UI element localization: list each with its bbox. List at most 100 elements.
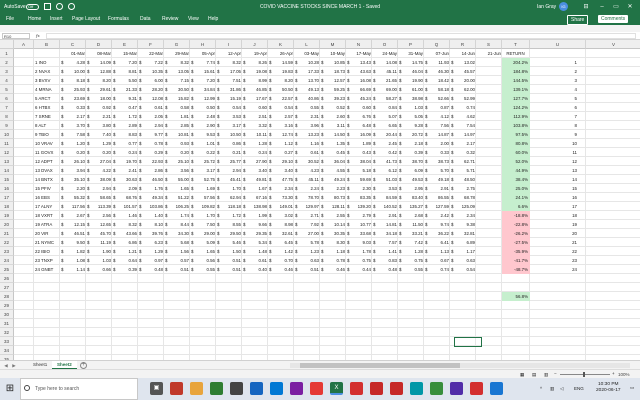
add-sheet-icon[interactable]: + — [80, 362, 87, 369]
row-header[interactable]: 5 — [0, 85, 14, 94]
column-header-k[interactable]: K — [268, 40, 294, 49]
network-icon[interactable]: ▥ — [550, 386, 554, 392]
tab-next-icon[interactable]: ▶ — [11, 362, 17, 369]
task-view-icon[interactable]: ▣ — [150, 382, 163, 395]
row-header[interactable]: 11 — [0, 139, 14, 148]
menu-data[interactable]: Data — [140, 16, 151, 22]
menu-file[interactable]: File — [6, 16, 14, 22]
worksheet-grid[interactable]: A B C D E F G H I J K L M N O P Q R S T U V 1 2 3 4 5 6 7 8 9 10 11 12 13 1… — [0, 40, 640, 360]
minimize-button[interactable]: – — [596, 2, 608, 12]
notifications-icon[interactable]: ▭ — [630, 385, 634, 391]
row-header[interactable]: 33 — [0, 337, 14, 346]
row-header[interactable]: 29 — [0, 301, 14, 310]
app-icon-6[interactable] — [410, 382, 423, 395]
name-box[interactable]: R10 — [2, 33, 30, 39]
zoom-slider-thumb[interactable] — [583, 372, 585, 377]
app-icon-2[interactable] — [210, 382, 223, 395]
active-cell-selection[interactable] — [454, 337, 482, 347]
taskbar-clock[interactable]: 10:30 PM 2020-06-17 — [596, 382, 621, 394]
excel-taskbar-icon[interactable]: X — [330, 382, 343, 395]
row-header[interactable]: 31 — [0, 319, 14, 328]
app-icon-9[interactable] — [470, 382, 483, 395]
row-header[interactable]: 20 — [0, 220, 14, 229]
taskbar-search-input[interactable]: Type here to search — [20, 378, 138, 400]
tab-prev-icon[interactable]: ◀ — [3, 362, 9, 369]
column-header-p[interactable]: P — [398, 40, 424, 49]
close-button[interactable]: ✕ — [624, 2, 636, 12]
zoom-level[interactable]: 100% — [618, 372, 630, 377]
column-header-i[interactable]: I — [216, 40, 242, 49]
column-header-l[interactable]: L — [294, 40, 320, 49]
row-header[interactable]: 19 — [0, 211, 14, 220]
edge-icon[interactable] — [250, 382, 263, 395]
zoom-in-icon[interactable]: + — [612, 371, 615, 376]
app-icon-7[interactable] — [430, 382, 443, 395]
column-header-h[interactable]: H — [190, 40, 216, 49]
app-icon-8[interactable] — [450, 382, 463, 395]
column-header-g[interactable]: G — [164, 40, 190, 49]
zoom-slider[interactable] — [560, 374, 610, 375]
row-header[interactable]: 30 — [0, 310, 14, 319]
chrome-icon[interactable] — [310, 382, 323, 395]
menu-page-layout[interactable]: Page Layout — [72, 16, 100, 22]
menu-help[interactable]: Help — [208, 16, 218, 22]
row-header[interactable]: 10 — [0, 130, 14, 139]
column-header-c[interactable]: C — [60, 40, 86, 49]
fx-icon[interactable]: fx — [36, 33, 40, 38]
mail-icon[interactable] — [270, 382, 283, 395]
column-header-n[interactable]: N — [346, 40, 372, 49]
file-explorer-icon[interactable] — [190, 382, 203, 395]
zoom-out-icon[interactable]: − — [554, 371, 557, 376]
row-header[interactable]: 26 — [0, 274, 14, 283]
app-icon-4[interactable] — [370, 382, 383, 395]
column-header-e[interactable]: E — [112, 40, 138, 49]
row-header[interactable]: 13 — [0, 157, 14, 166]
user-name[interactable]: Ian Gray — [537, 4, 556, 10]
menu-review[interactable]: Review — [162, 16, 178, 22]
tray-chevron-icon[interactable]: ^ — [540, 386, 542, 391]
row-header[interactable]: 24 — [0, 256, 14, 265]
app-icon-3[interactable] — [290, 382, 303, 395]
column-header-j[interactable]: J — [242, 40, 268, 49]
store-icon[interactable] — [230, 382, 243, 395]
row-header[interactable]: 9 — [0, 121, 14, 130]
row-header[interactable]: 28 — [0, 292, 14, 301]
app-icon-10[interactable] — [490, 382, 503, 395]
volume-icon[interactable]: ◁ — [560, 386, 563, 392]
row-header[interactable]: 21 — [0, 229, 14, 238]
scrollbar-thumb[interactable] — [300, 363, 460, 368]
app-icon-1[interactable] — [170, 382, 183, 395]
column-header-t[interactable]: T — [502, 40, 530, 49]
app-icon-5[interactable] — [390, 382, 403, 395]
row-header[interactable]: 6 — [0, 94, 14, 103]
windows-start-icon[interactable]: ⊞ — [0, 378, 20, 400]
acrobat-icon[interactable] — [350, 382, 363, 395]
row-header[interactable]: 2 — [0, 58, 14, 67]
ribbon-display-icon[interactable]: ⊟ — [580, 2, 592, 12]
horizontal-scrollbar[interactable] — [290, 363, 630, 368]
comments-button[interactable]: Comments — [598, 15, 629, 23]
column-header-u[interactable]: U — [530, 40, 586, 49]
row-header[interactable]: 17 — [0, 193, 14, 202]
row-header[interactable]: 7 — [0, 103, 14, 112]
menu-home[interactable]: Home — [28, 16, 41, 22]
row-header[interactable]: 34 — [0, 346, 14, 355]
column-header-s[interactable]: S — [476, 40, 502, 49]
row-header[interactable]: 1 — [0, 49, 14, 58]
row-header[interactable]: 12 — [0, 148, 14, 157]
menu-view[interactable]: View — [188, 16, 199, 22]
column-header-b[interactable]: B — [34, 40, 60, 49]
row-header[interactable]: 16 — [0, 184, 14, 193]
language-indicator[interactable]: ENG — [574, 386, 584, 391]
avatar[interactable]: IG — [559, 2, 568, 11]
row-header[interactable]: 4 — [0, 76, 14, 85]
column-header-a[interactable]: A — [14, 40, 34, 49]
column-header-o[interactable]: O — [372, 40, 398, 49]
row-header[interactable]: 15 — [0, 175, 14, 184]
row-header[interactable]: 23 — [0, 247, 14, 256]
menu-insert[interactable]: Insert — [50, 16, 63, 22]
row-header[interactable]: 8 — [0, 112, 14, 121]
row-header[interactable]: 3 — [0, 67, 14, 76]
tab-sheet2[interactable]: Sheet2 — [52, 361, 77, 369]
row-header[interactable]: 32 — [0, 328, 14, 337]
